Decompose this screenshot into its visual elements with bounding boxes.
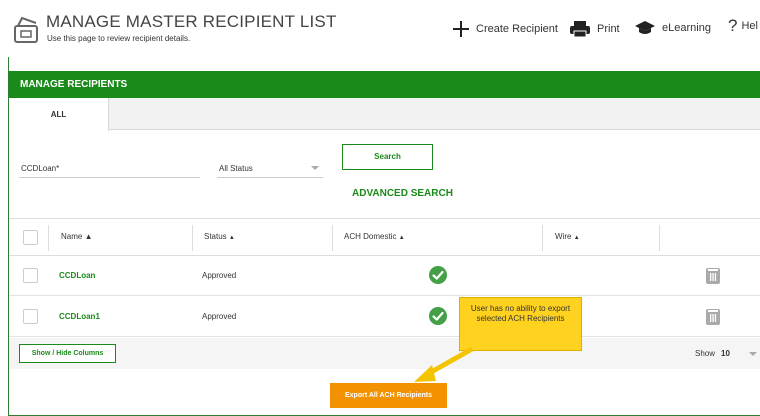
row-checkbox[interactable] xyxy=(23,309,38,324)
show-hide-columns-button[interactable]: Show / Hide Columns xyxy=(19,344,116,363)
recipient-name-link[interactable]: CCDLoan xyxy=(59,271,95,280)
create-recipient-label: Create Recipient xyxy=(476,23,558,35)
print-label: Print xyxy=(597,23,620,35)
page-size-select[interactable]: 10 xyxy=(721,349,730,358)
table-footer: Show / Hide Columns Show 10 xyxy=(9,338,760,369)
sort-ascending-icon: ▲ xyxy=(573,235,580,241)
column-header-ach-domestic[interactable]: ACH Domestic ▲ xyxy=(344,232,405,241)
help-label: Hel xyxy=(741,20,758,32)
table-row: CCDLoan1 Approved xyxy=(9,297,760,337)
column-header-status-label: Status xyxy=(204,232,227,241)
arrow-annotation-icon xyxy=(414,346,474,382)
elearning-label: eLearning xyxy=(662,22,711,34)
help-question-icon: ? xyxy=(728,16,738,35)
page-title: MANAGE MASTER RECIPIENT LIST xyxy=(46,12,337,31)
advanced-search-link[interactable]: ADVANCED SEARCH xyxy=(352,188,453,199)
tab-strip-fill xyxy=(109,98,760,130)
status-select-value: All Status xyxy=(219,164,253,173)
create-recipient-button[interactable]: Create Recipient xyxy=(452,20,558,38)
elearning-button[interactable]: eLearning xyxy=(634,20,711,36)
graduation-cap-icon xyxy=(635,21,655,34)
table-header: Name ▲ Status ▲ ACH Domestic ▲ Wire ▲ xyxy=(9,218,760,256)
print-button[interactable]: Print xyxy=(569,20,620,38)
trash-icon[interactable] xyxy=(706,309,720,325)
section-header: MANAGE RECIPIENTS xyxy=(9,71,760,98)
help-button[interactable]: ? Hel xyxy=(728,16,758,36)
printer-icon xyxy=(570,21,590,38)
row-checkbox[interactable] xyxy=(23,268,38,283)
export-all-ach-recipients-button[interactable]: Export All ACH Recipients xyxy=(330,383,447,408)
annotation-callout: User has no ability to export selected A… xyxy=(459,297,582,351)
section-title: MANAGE RECIPIENTS xyxy=(20,79,128,90)
column-divider xyxy=(659,225,660,251)
column-header-wire[interactable]: Wire ▲ xyxy=(555,232,580,241)
tab-all[interactable]: ALL xyxy=(9,98,109,131)
column-divider xyxy=(542,225,543,251)
sort-ascending-icon: ▲ xyxy=(228,235,235,241)
search-button[interactable]: Search xyxy=(342,144,433,170)
select-all-checkbox[interactable] xyxy=(23,230,38,245)
table-row: CCDLoan Approved xyxy=(9,256,760,296)
column-divider xyxy=(48,225,49,251)
page-header: MANAGE MASTER RECIPIENT LIST Use this pa… xyxy=(0,0,760,57)
check-circle-icon xyxy=(429,307,447,325)
column-header-wire-label: Wire xyxy=(555,232,572,241)
recipient-status: Approved xyxy=(202,271,237,280)
column-header-name-label: Name xyxy=(61,232,83,241)
column-header-ach-label: ACH Domestic xyxy=(344,232,397,241)
recipient-status: Approved xyxy=(202,312,237,321)
recipient-name-link[interactable]: CCDLoan1 xyxy=(59,312,100,321)
column-header-status[interactable]: Status ▲ xyxy=(204,232,235,241)
page-size-label: Show xyxy=(695,349,716,358)
chevron-down-icon xyxy=(749,352,757,356)
column-divider xyxy=(332,225,333,251)
sort-ascending-icon: ▲ xyxy=(398,235,405,241)
status-select[interactable]: All Status xyxy=(217,160,323,178)
page-subtitle: Use this page to review recipient detail… xyxy=(47,34,191,43)
recipient-list-logo-icon xyxy=(14,16,38,43)
sort-ascending-icon: ▲ xyxy=(84,232,93,241)
column-divider xyxy=(192,225,193,251)
trash-icon[interactable] xyxy=(706,268,720,284)
recipient-search-input[interactable] xyxy=(19,160,200,178)
tab-strip xyxy=(9,98,760,130)
column-header-name[interactable]: Name ▲ xyxy=(61,232,93,241)
check-circle-icon xyxy=(429,266,447,284)
plus-icon xyxy=(453,21,469,37)
chevron-down-icon xyxy=(311,166,319,170)
